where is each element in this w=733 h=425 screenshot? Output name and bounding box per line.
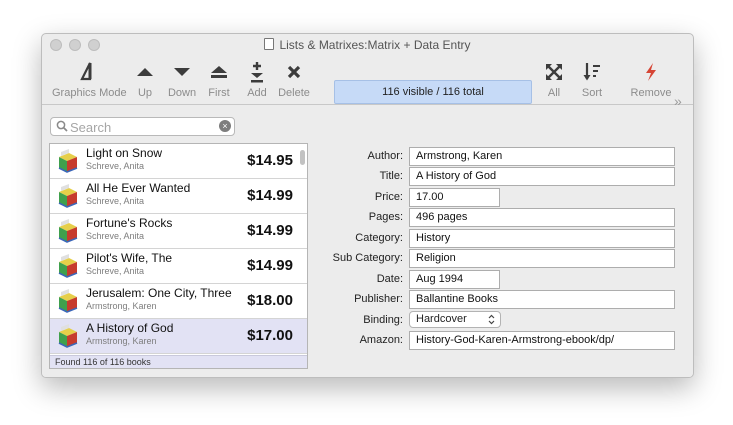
window-title-text: Lists & Matrixes:Matrix + Data Entry: [279, 38, 471, 52]
search-icon: [56, 120, 70, 134]
pages-label: Pages:: [368, 211, 403, 223]
book-list-rows: Light on Snow Schreve, Anita $14.95 All He …: [50, 144, 307, 354]
binding-label: Binding:: [363, 314, 403, 326]
author-label: Author:: [367, 150, 403, 162]
book-title: A History of God: [86, 321, 174, 335]
sort-label: Sort: [581, 87, 603, 99]
add-icon: [245, 59, 269, 85]
book-title: Pilot's Wife, The: [86, 251, 173, 265]
book-price: $14.99: [247, 222, 293, 239]
list-footer: Found 116 of 116 books: [50, 355, 307, 368]
list-item[interactable]: All He Ever Wanted Schreve, Anita $14.99: [50, 179, 307, 214]
book-icon: [56, 218, 80, 244]
remove-label: Remove: [630, 87, 672, 99]
book-author: Schreve, Anita: [86, 231, 145, 241]
subcategory-field[interactable]: Religion: [409, 249, 675, 268]
up-arrow-icon: [133, 59, 157, 85]
title-label: Title:: [379, 170, 403, 182]
book-title: Fortune's Rocks: [86, 216, 173, 230]
up-button[interactable]: Up: [133, 56, 157, 104]
down-arrow-icon: [169, 59, 195, 85]
category-label: Category:: [355, 232, 403, 244]
toolbar: Graphics Mode Up Down First Add Delete 1…: [42, 56, 693, 109]
search-field[interactable]: Search ×: [50, 117, 235, 136]
book-author: Armstrong, Karen: [86, 301, 157, 311]
publisher-label: Publisher:: [354, 293, 403, 305]
date-field[interactable]: Aug 1994: [409, 270, 500, 289]
document-icon: [264, 38, 275, 50]
book-list[interactable]: Light on Snow Schreve, Anita $14.95 All He …: [49, 143, 308, 369]
sort-button[interactable]: Sort: [579, 56, 605, 104]
record-status-display: 116 visible / 116 total: [334, 80, 532, 104]
book-icon: [56, 323, 80, 349]
date-label: Date:: [376, 273, 403, 285]
title-bar: Lists & Matrixes:Matrix + Data Entry: [42, 34, 693, 56]
list-scrollbar[interactable]: [300, 150, 305, 165]
price-field[interactable]: 17.00: [409, 188, 500, 207]
list-item[interactable]: Fortune's Rocks Schreve, Anita $14.99: [50, 214, 307, 249]
show-all-button[interactable]: All: [542, 56, 566, 104]
app-window: Lists & Matrixes:Matrix + Data Entry Gra…: [41, 33, 694, 378]
graphics-mode-label: Graphics Mode: [52, 87, 127, 99]
book-icon: [56, 253, 80, 279]
list-item[interactable]: A History of God Armstrong, Karen $17.00: [50, 319, 307, 354]
book-price: $14.99: [247, 257, 293, 274]
sort-icon: [579, 59, 605, 85]
book-title: Light on Snow: [86, 146, 163, 160]
pages-field[interactable]: 496 pages: [409, 208, 675, 227]
remove-button[interactable]: Remove: [631, 56, 671, 104]
publisher-field[interactable]: Ballantine Books: [409, 290, 675, 309]
down-button[interactable]: Down: [168, 56, 196, 104]
book-title: All He Ever Wanted: [86, 181, 191, 195]
amazon-label: Amazon:: [359, 334, 403, 346]
subcategory-label: Sub Category:: [332, 252, 403, 264]
clear-search-icon[interactable]: ×: [219, 120, 231, 132]
book-author: Schreve, Anita: [86, 196, 145, 206]
binding-select[interactable]: Hardcover: [409, 311, 501, 328]
book-price: $18.00: [247, 292, 293, 309]
category-field[interactable]: History: [409, 229, 675, 248]
binding-value: Hardcover: [416, 313, 467, 325]
amazon-field[interactable]: History-God-Karen-Armstrong-ebook/dp/: [409, 331, 675, 350]
book-icon: [56, 148, 80, 174]
book-author: Schreve, Anita: [86, 266, 145, 276]
book-price: $17.00: [247, 327, 293, 344]
book-author: Armstrong, Karen: [86, 336, 157, 346]
graphics-mode-button[interactable]: Graphics Mode: [52, 56, 127, 104]
list-item[interactable]: Light on Snow Schreve, Anita $14.95: [50, 144, 307, 179]
first-icon: [206, 59, 232, 85]
book-icon: [56, 183, 80, 209]
delete-x-icon: [282, 59, 306, 85]
select-chevron-icon: [488, 312, 495, 332]
list-item[interactable]: Pilot's Wife, The Schreve, Anita $14.99: [50, 249, 307, 284]
book-title: Jerusalem: One City, Three: [86, 286, 232, 300]
delete-label: Delete: [278, 87, 310, 99]
list-item[interactable]: Jerusalem: One City, Three Armstrong, Kar…: [50, 284, 307, 319]
title-field[interactable]: A History of God: [409, 167, 675, 186]
lightning-remove-icon: [634, 59, 668, 85]
book-price: $14.95: [247, 152, 293, 169]
author-field[interactable]: Armstrong, Karen: [409, 147, 675, 166]
price-label: Price:: [374, 191, 403, 203]
graphics-mode-icon: [62, 59, 112, 85]
book-price: $14.99: [247, 187, 293, 204]
window-title: Lists & Matrixes:Matrix + Data Entry: [42, 38, 693, 52]
book-icon: [56, 288, 80, 314]
expand-arrows-icon: [542, 59, 566, 85]
first-button[interactable]: First: [206, 56, 232, 104]
add-button[interactable]: Add: [245, 56, 269, 104]
main-content: Search × Light on Snow Schreve, Anita $14.…: [42, 105, 693, 377]
search-input[interactable]: Search: [70, 120, 111, 135]
book-author: Schreve, Anita: [86, 161, 145, 171]
delete-button[interactable]: Delete: [278, 56, 310, 104]
